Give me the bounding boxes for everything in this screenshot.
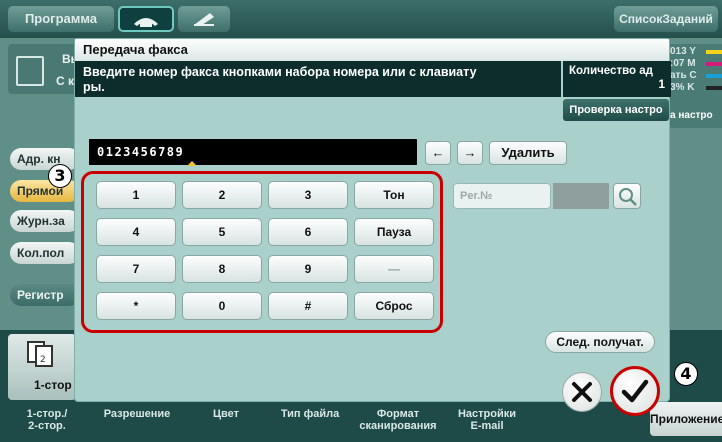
key-6[interactable]: 6 (268, 218, 348, 246)
cursor-right-button[interactable]: → (457, 141, 483, 165)
fax-tab[interactable] (118, 6, 174, 32)
close-icon (572, 382, 592, 402)
tab-color[interactable]: Цвет (196, 408, 256, 420)
top-bar: Программа СписокЗаданий (0, 0, 722, 38)
tab-file-type[interactable]: Тип файла (272, 408, 348, 420)
svg-text:2: 2 (40, 355, 46, 365)
toner-row-c: ать C (670, 70, 697, 81)
destination-count-label: Количество ад (569, 65, 653, 77)
key-dash[interactable]: — (354, 255, 434, 283)
key-pause[interactable]: Пауза (354, 218, 434, 246)
destination-count-box: Количество ад 1 (563, 61, 671, 97)
toner-bar-cyan (706, 74, 722, 78)
key-tone[interactable]: Тон (354, 181, 434, 209)
sidebar-item-register[interactable]: Регистр (10, 284, 80, 306)
key-reset[interactable]: Сброс (354, 292, 434, 320)
registration-number-field[interactable]: Per.№ (453, 183, 551, 209)
key-4[interactable]: 4 (96, 218, 176, 246)
checkmark-icon (621, 379, 649, 403)
key-0[interactable]: 0 (182, 292, 262, 320)
key-1[interactable]: 1 (96, 181, 176, 209)
key-7[interactable]: 7 (96, 255, 176, 283)
tab-duplex[interactable]: 1-стор./ 2-стор. (20, 408, 74, 432)
tab-scan-size[interactable]: Формат сканирования (348, 408, 448, 432)
delete-button[interactable]: Удалить (489, 141, 567, 165)
toner-row-m: :07 M (670, 58, 696, 69)
keypad-highlight: 1 2 3 Тон 4 5 6 Пауза 7 8 9 — * 0 # Сбро… (81, 171, 443, 333)
job-list-tab[interactable]: СписокЗаданий (614, 6, 718, 32)
fax-screen: Программа СписокЗаданий Вы С к Адр. кн П… (0, 0, 722, 442)
toner-bar-black (706, 86, 722, 90)
fax-icon (134, 18, 158, 27)
tab-resolution[interactable]: Разрешение (94, 408, 180, 420)
application-button[interactable]: Приложение (650, 402, 722, 436)
toner-row-k: 3% K (670, 82, 695, 93)
dialog-title: Передача факса (75, 39, 669, 61)
fax-number-input[interactable]: 0123456789 (89, 139, 417, 165)
scan-icon (194, 13, 214, 26)
destination-count-value: 1 (658, 77, 665, 91)
callout-4: 4 (674, 362, 698, 386)
toner-bar-magenta (706, 62, 722, 66)
sidebar-item-recipients-count[interactable]: Кол.пол (10, 242, 80, 264)
toner-row-y: 013 Y (670, 46, 696, 57)
cursor-left-button[interactable]: ← (425, 141, 451, 165)
settings-fragment: а настро (670, 110, 713, 121)
ok-button[interactable] (610, 366, 660, 416)
key-star[interactable]: * (96, 292, 176, 320)
sidebar-item-address-book[interactable]: Адр. кн (10, 148, 80, 170)
key-9[interactable]: 9 (268, 255, 348, 283)
registration-search-button[interactable] (613, 183, 641, 209)
key-8[interactable]: 8 (182, 255, 262, 283)
program-tab[interactable]: Программа (8, 6, 114, 32)
callout-3: 3 (48, 164, 72, 188)
dialog-instruction: Введите номер факса кнопками набора номе… (75, 61, 561, 97)
cancel-button[interactable] (562, 372, 602, 412)
key-3[interactable]: 3 (268, 181, 348, 209)
background-subtitle-fragment: С к (56, 74, 75, 88)
duplex-icon: 2 (27, 341, 53, 367)
sidebar-item-job-log[interactable]: Журн.за (10, 210, 80, 232)
duplex-tile[interactable]: 2 1-стор (8, 334, 76, 400)
registration-number-value (553, 183, 609, 209)
search-icon (619, 188, 637, 206)
check-settings-button[interactable]: Проверка настро (563, 99, 669, 121)
scan-tab[interactable] (178, 6, 230, 32)
key-hash[interactable]: # (268, 292, 348, 320)
toner-bar-yellow (706, 50, 722, 54)
next-recipient-button[interactable]: След. получат. (545, 331, 655, 353)
duplex-tile-label: 1-стор (34, 378, 72, 392)
key-5[interactable]: 5 (182, 218, 262, 246)
key-2[interactable]: 2 (182, 181, 262, 209)
cursor-marker (187, 161, 197, 166)
document-icon (16, 56, 44, 86)
fax-dialog: Передача факса Введите номер факса кнопк… (74, 38, 671, 402)
tab-email-settings[interactable]: Настройки E-mail (446, 408, 528, 432)
